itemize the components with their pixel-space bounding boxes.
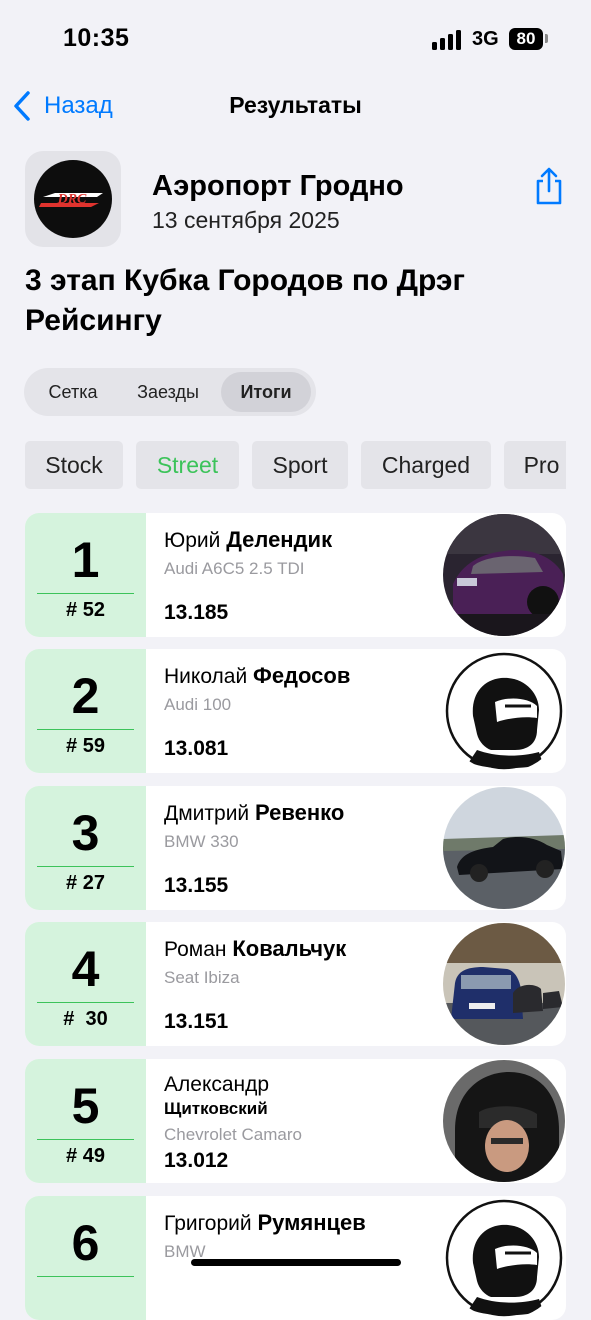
helmet-icon xyxy=(443,650,565,772)
share-button[interactable] xyxy=(533,166,565,206)
drc-logo-icon: DRC xyxy=(39,192,103,207)
result-card[interactable]: 4 # 30 Роман Ковальчук Seat Ibiza 13.151 xyxy=(25,922,566,1046)
result-card[interactable]: 5 # 49 Александр Щитковский Chevrolet Cam… xyxy=(25,1059,566,1183)
battery-tip xyxy=(545,34,548,43)
event-title: 3 этап Кубка Городов по Дрэг Рейсингу xyxy=(25,264,465,337)
segment-grid[interactable]: Сетка xyxy=(28,372,118,412)
driver-name: Николай Федосов xyxy=(164,663,351,688)
result-card[interactable]: 1 # 52 Юрий Делендик Audi A6C5 2.5 TDI 1… xyxy=(25,513,566,637)
bib-number: # 30 xyxy=(63,1008,108,1030)
rank-box: 5 # 49 xyxy=(25,1059,146,1183)
event-date: 13 сентября 2025 xyxy=(152,207,340,233)
avatar xyxy=(443,1060,565,1182)
category-tabs: Stock Street Sport Charged Pro xyxy=(25,441,566,489)
status-bar: 10:35 3G 80 xyxy=(0,0,591,80)
event-logo: DRC xyxy=(25,151,121,247)
rank-box: 4 # 30 xyxy=(25,922,146,1046)
network-type: 3G xyxy=(472,28,499,50)
rank-box: 3 # 27 xyxy=(25,786,146,910)
car-model: Audi 100 xyxy=(164,695,232,714)
car-model: Audi A6C5 2.5 TDI xyxy=(164,559,305,578)
driver-name: Дмитрий Ревенко xyxy=(164,800,345,825)
driver-name: Александр Щитковский xyxy=(164,1073,270,1118)
home-indicator[interactable] xyxy=(191,1259,401,1266)
bib-number: # 49 xyxy=(66,1145,105,1167)
result-card[interactable]: 2 # 59 Николай Федосов Audi 100 13.081 xyxy=(25,649,566,773)
driver-name: Юрий Делендик xyxy=(164,527,333,552)
cellular-signal-icon xyxy=(432,30,464,50)
bib-number: # 27 xyxy=(66,872,105,894)
black-bmw-photo xyxy=(443,787,565,909)
bib-number: # 59 xyxy=(66,735,105,757)
helmet-icon xyxy=(443,1197,565,1319)
category-tab-street[interactable]: Street xyxy=(136,441,239,489)
avatar xyxy=(443,923,565,1045)
segment-results[interactable]: Итоги xyxy=(221,372,311,412)
avatar xyxy=(443,787,565,909)
race-time: 13.155 xyxy=(164,874,229,897)
rank-number: 4 xyxy=(71,941,100,997)
race-time: 13.012 xyxy=(164,1149,229,1172)
rank-box: 6 xyxy=(25,1196,146,1320)
category-tab-charged[interactable]: Charged xyxy=(361,441,491,489)
share-icon xyxy=(536,167,562,205)
rank-number: 3 xyxy=(71,805,100,861)
result-card[interactable]: 3 # 27 Дмитрий Ревенко BMW 330 13.155 xyxy=(25,786,566,910)
driver-name: Григорий Румянцев xyxy=(164,1210,366,1235)
result-card[interactable]: 6 Григорий Румянцев BMW xyxy=(25,1196,566,1320)
status-time: 10:35 xyxy=(63,24,130,52)
rank-number: 2 xyxy=(71,668,100,724)
race-time: 13.151 xyxy=(164,1010,229,1033)
driver-in-helmet-photo xyxy=(443,1060,565,1182)
page-title: Результаты xyxy=(229,92,362,118)
car-model: BMW 330 xyxy=(164,832,239,851)
rank-box: 1 # 52 xyxy=(25,513,146,637)
navigation-bar: Назад Результаты xyxy=(0,80,591,130)
purple-car-photo xyxy=(443,514,565,636)
svg-text:DRC: DRC xyxy=(57,192,87,207)
avatar xyxy=(443,1197,565,1319)
rank-number: 5 xyxy=(71,1078,100,1134)
avatar xyxy=(443,650,565,772)
category-tab-pro[interactable]: Pro xyxy=(504,441,566,489)
rank-number: 6 xyxy=(71,1215,100,1271)
race-time: 13.185 xyxy=(164,601,229,624)
car-model: Chevrolet Camaro xyxy=(164,1125,302,1144)
category-tab-sport[interactable]: Sport xyxy=(252,441,348,489)
rank-number: 1 xyxy=(71,532,100,588)
avatar xyxy=(443,514,565,636)
driver-name: Роман Ковальчук xyxy=(164,936,347,961)
blue-seat-photo xyxy=(443,923,565,1045)
event-venue: Аэропорт Гродно xyxy=(152,170,404,202)
rank-box: 2 # 59 xyxy=(25,649,146,773)
race-time: 13.081 xyxy=(164,737,229,760)
results-view-switcher: Сетка Заезды Итоги xyxy=(24,368,316,416)
car-model: Seat Ibiza xyxy=(164,968,240,987)
segment-runs[interactable]: Заезды xyxy=(122,372,214,412)
category-tab-stock[interactable]: Stock xyxy=(25,441,123,489)
battery-icon: 80 xyxy=(509,28,543,50)
bib-number: # 52 xyxy=(66,599,105,621)
